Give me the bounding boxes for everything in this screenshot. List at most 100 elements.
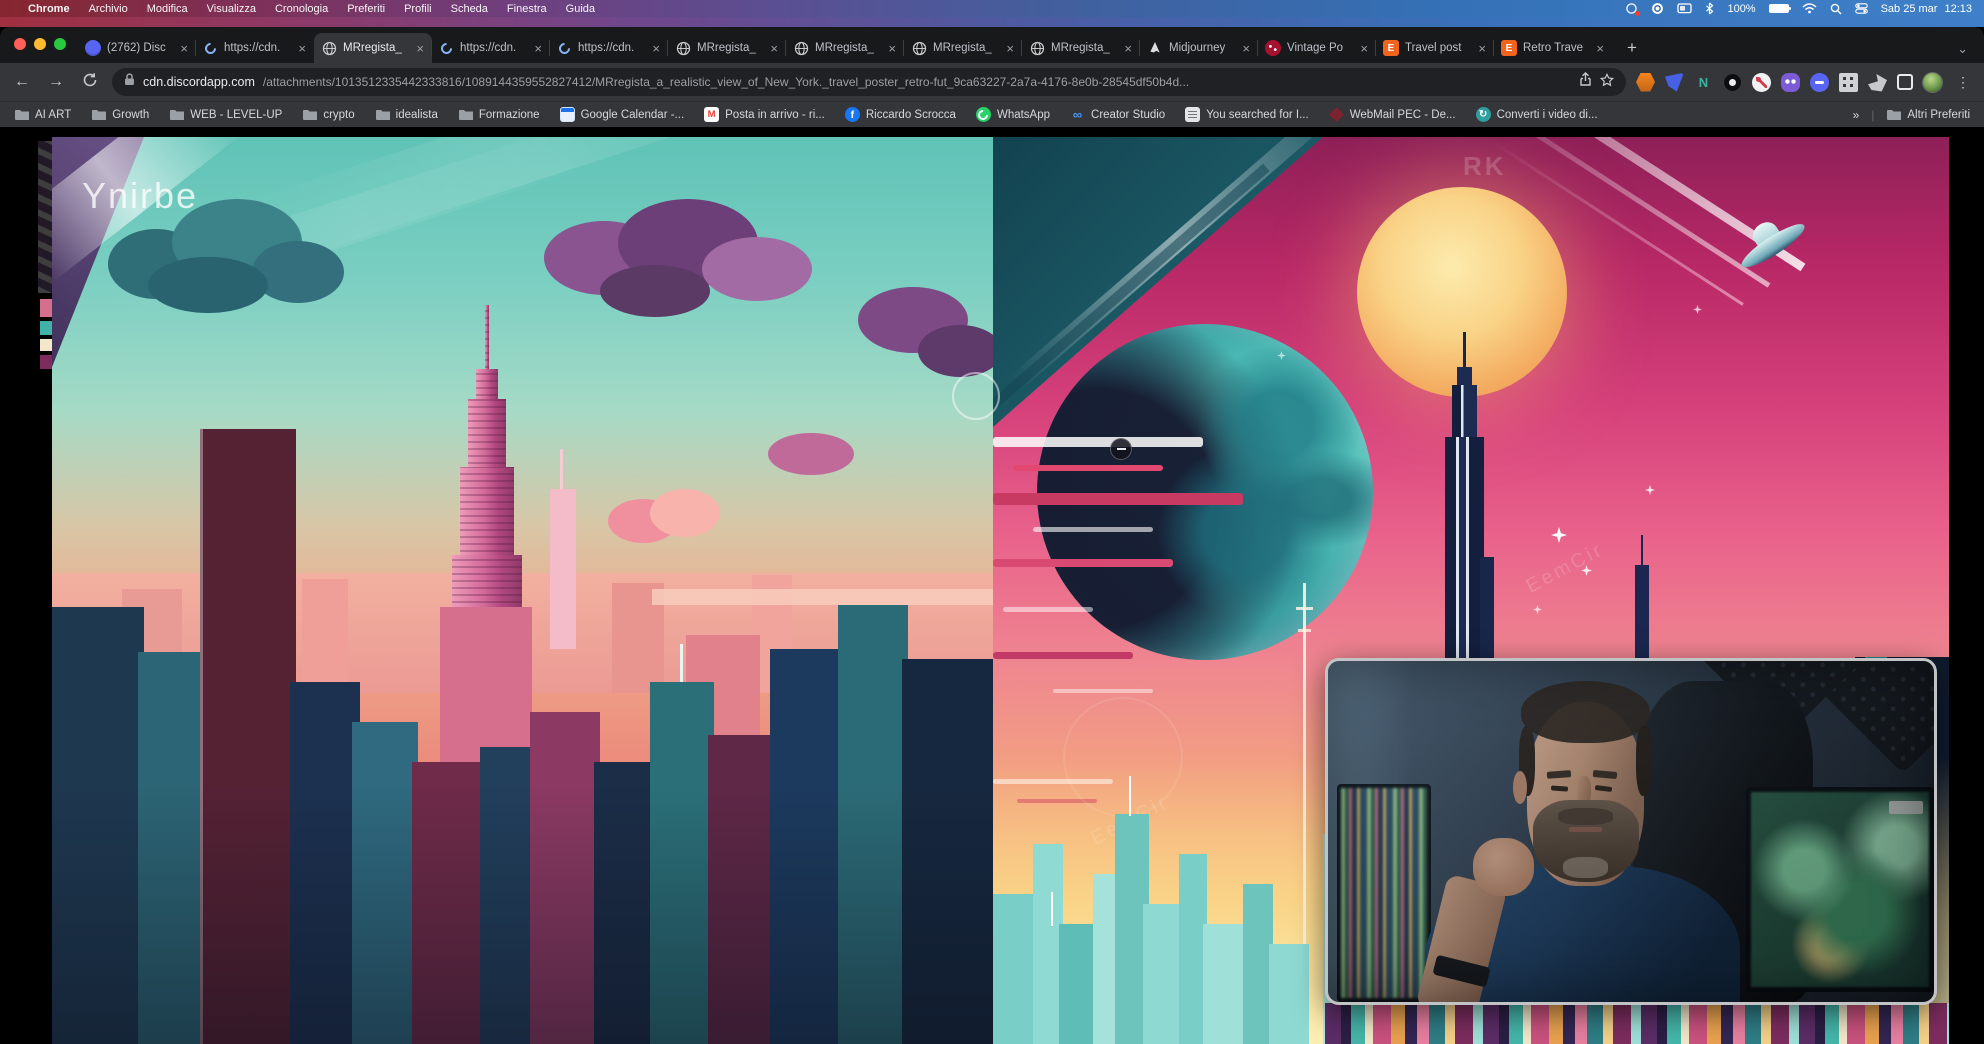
reload-button[interactable] — [78, 72, 102, 93]
bookmark-6[interactable]: Formazione — [458, 107, 540, 122]
antenna — [1129, 776, 1131, 816]
menubar-item-finestra[interactable]: Finestra — [507, 3, 547, 15]
minimize-window-button[interactable] — [34, 38, 46, 50]
tab-7[interactable]: MRregista_× — [786, 33, 904, 63]
cloud — [252, 241, 344, 303]
bookmark-12[interactable]: You searched for I... — [1185, 107, 1309, 122]
close-icon[interactable]: × — [1359, 42, 1369, 55]
tab-2[interactable]: https://cdn.× — [196, 33, 314, 63]
extension-icons: N — [1636, 73, 1942, 92]
menubar-item-chrome[interactable]: Chrome — [28, 3, 70, 15]
bookmark-star-icon[interactable] — [1600, 73, 1614, 92]
close-icon[interactable]: × — [1241, 42, 1251, 55]
tab-13[interactable]: ERetro Trave× — [1494, 33, 1612, 63]
chrome-menu-icon[interactable]: ⋮ — [1952, 74, 1974, 91]
tab-10[interactable]: Midjourney× — [1140, 33, 1258, 63]
wifi-icon[interactable] — [1802, 3, 1817, 14]
wing-extension-icon[interactable] — [1665, 73, 1684, 92]
menubar-item-guida[interactable]: Guida — [566, 3, 595, 15]
tower-spire — [560, 449, 563, 493]
tab-5[interactable]: https://cdn.× — [550, 33, 668, 63]
back-button[interactable]: ← — [10, 73, 34, 91]
close-icon[interactable]: × — [1005, 42, 1015, 55]
cloud — [650, 489, 720, 537]
metamask-extension-icon[interactable] — [1636, 73, 1655, 92]
close-icon[interactable]: × — [533, 42, 543, 55]
bookmarks-overflow-chevron[interactable]: » — [1853, 108, 1860, 122]
menubar-item-archivio[interactable]: Archivio — [89, 3, 128, 15]
new-tab-button[interactable]: + — [1620, 36, 1644, 60]
menubar-item-scheda[interactable]: Scheda — [451, 3, 488, 15]
meta-icon: ∞ — [1070, 107, 1085, 122]
tab-1[interactable]: (2762) Disc× — [78, 33, 196, 63]
antenna — [1051, 892, 1053, 926]
close-icon[interactable]: × — [179, 42, 189, 55]
bookmark-7[interactable]: Google Calendar -... — [560, 107, 685, 122]
tab-6[interactable]: MRregista_× — [668, 33, 786, 63]
grid-extension-icon[interactable] — [1839, 73, 1858, 92]
close-icon[interactable]: × — [415, 42, 425, 55]
bookmark-4[interactable]: crypto — [302, 107, 354, 122]
tab-8[interactable]: MRregista_× — [904, 33, 1022, 63]
tab-11[interactable]: Vintage Po × — [1258, 33, 1376, 63]
omnibox[interactable]: cdn.discordapp.com /attachments/10135123… — [112, 68, 1626, 96]
dark-circle-extension-icon[interactable] — [1723, 73, 1742, 92]
bluetooth-icon[interactable] — [1705, 2, 1714, 15]
discord-extension-icon[interactable] — [1810, 73, 1829, 92]
menubar-item-cronologia[interactable]: Cronologia — [275, 3, 328, 15]
menu-status-area: 100% Sab 25 mar 12:13 — [1625, 2, 1972, 15]
bookmark-label: You searched for I... — [1206, 109, 1309, 121]
display-icon[interactable] — [1677, 3, 1692, 15]
bookmark-10[interactable]: WhatsApp — [976, 107, 1050, 122]
close-icon[interactable]: × — [651, 42, 661, 55]
menubar-item-preferiti[interactable]: Preferiti — [347, 3, 385, 15]
other-bookmarks-folder[interactable]: Altri Preferiti — [1886, 107, 1970, 122]
cloud — [148, 257, 268, 313]
menubar-item-visualizza[interactable]: Visualizza — [207, 3, 256, 15]
bookmark-11[interactable]: ∞Creator Studio — [1070, 107, 1165, 122]
poster-image-left[interactable]: Ynirbe — [52, 137, 993, 1044]
streak — [993, 652, 1133, 659]
bookmark-label: AI ART — [35, 109, 71, 121]
bookmark-14[interactable]: ↻Converti i video di... — [1476, 107, 1598, 122]
frame-extension-icon[interactable] — [1897, 74, 1913, 90]
bookmark-8[interactable]: MPosta in arrivo - ri... — [704, 107, 825, 122]
close-icon[interactable]: × — [1123, 42, 1133, 55]
tab-4[interactable]: https://cdn.× — [432, 33, 550, 63]
control-center-icon[interactable] — [1855, 3, 1868, 14]
forward-button[interactable]: → — [44, 73, 68, 91]
share-icon[interactable] — [1579, 72, 1592, 92]
notion-extension-icon[interactable]: N — [1694, 73, 1713, 92]
bookmark-3[interactable]: WEB - LEVEL-UP — [169, 107, 282, 122]
spinner-favicon-icon — [439, 40, 455, 56]
close-icon[interactable]: × — [769, 42, 779, 55]
bookmark-2[interactable]: Growth — [91, 107, 149, 122]
close-icon[interactable]: × — [1477, 42, 1487, 55]
target-icon[interactable] — [1651, 2, 1664, 15]
tab-9[interactable]: MRregista_× — [1022, 33, 1140, 63]
close-icon[interactable]: × — [297, 42, 307, 55]
bookmark-9[interactable]: fRiccardo Scrocca — [845, 107, 956, 122]
avatar-extension-icon[interactable] — [1923, 73, 1942, 92]
spotlight-search-icon[interactable] — [1830, 3, 1842, 15]
spaceship — [1728, 205, 1815, 284]
close-icon[interactable]: × — [887, 42, 897, 55]
tab-label: Vintage Po — [1287, 42, 1353, 54]
etsy-favicon-icon: E — [1501, 40, 1517, 56]
bookmark-1[interactable]: AI ART — [14, 107, 71, 122]
key-extension-icon[interactable] — [1752, 73, 1771, 92]
menubar-item-modifica[interactable]: Modifica — [147, 3, 188, 15]
bookmark-5[interactable]: idealista — [375, 107, 438, 122]
bird-extension-icon[interactable] — [1868, 73, 1887, 92]
screen-record-icon[interactable] — [1625, 2, 1638, 15]
bookmark-13[interactable]: WebMail PEC - De... — [1329, 107, 1456, 122]
zoom-window-button[interactable] — [54, 38, 66, 50]
tab-3[interactable]: MRregista_× — [314, 33, 432, 63]
menubar-item-profili[interactable]: Profili — [404, 3, 432, 15]
ghost-extension-icon[interactable] — [1781, 73, 1800, 92]
teal-building — [1203, 924, 1247, 1044]
close-icon[interactable]: × — [1595, 42, 1605, 55]
close-window-button[interactable] — [14, 38, 26, 50]
tab-list-chevron-icon[interactable]: ⌄ — [1957, 41, 1974, 57]
tab-12[interactable]: ETravel post× — [1376, 33, 1494, 63]
